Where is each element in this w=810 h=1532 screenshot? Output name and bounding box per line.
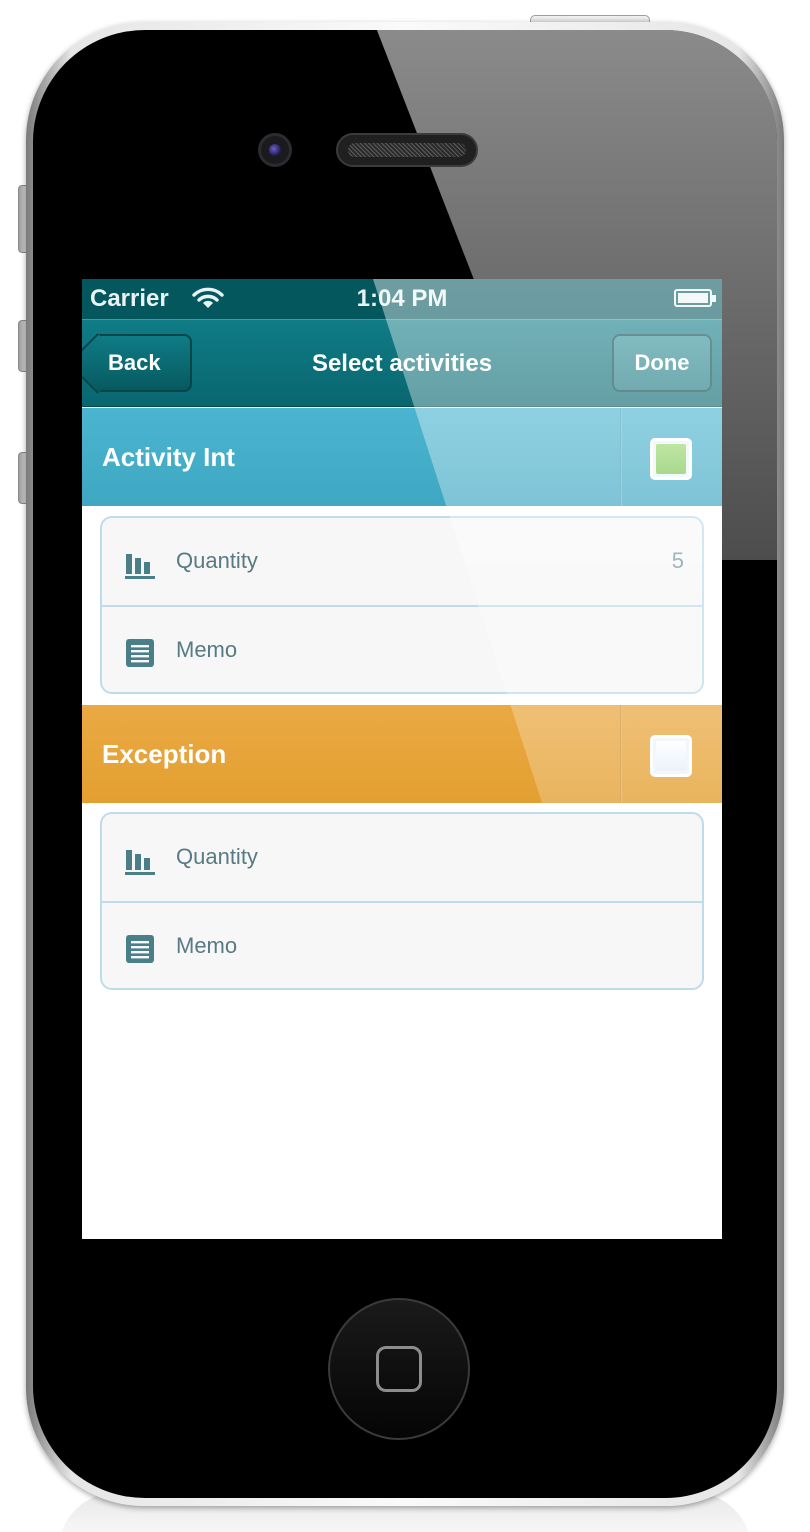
row-label: Quantity xyxy=(176,548,258,573)
bar-chart-icon xyxy=(125,554,155,579)
activity-int-details: Quantity 5 Memo xyxy=(100,516,704,694)
section-title: Exception xyxy=(102,739,227,769)
list-icon xyxy=(126,935,154,963)
section-divider xyxy=(620,408,622,506)
earpiece-speaker xyxy=(336,133,478,167)
quantity-value: 5 xyxy=(671,548,684,573)
done-button[interactable]: Done xyxy=(612,334,712,392)
section-divider xyxy=(620,705,622,803)
status-bar: Carrier 1:04 PM xyxy=(82,279,722,319)
bar-chart-icon xyxy=(125,850,155,875)
list-icon xyxy=(126,639,154,667)
navigation-bar: Back Select activities Done xyxy=(82,319,722,407)
front-camera xyxy=(258,133,292,167)
activity-int-checkbox[interactable] xyxy=(650,438,692,480)
quantity-row[interactable]: Quantity 5 xyxy=(102,518,702,605)
home-button[interactable] xyxy=(328,1298,470,1440)
row-label: Quantity xyxy=(176,844,258,869)
section-title: Activity Int xyxy=(102,442,235,472)
quantity-row[interactable]: Quantity xyxy=(102,814,702,901)
row-label: Memo xyxy=(176,637,238,662)
memo-row[interactable]: Memo xyxy=(102,901,702,988)
exception-details: Quantity Memo xyxy=(100,812,704,990)
section-header-exception[interactable]: Exception xyxy=(82,705,722,803)
clock: 1:04 PM xyxy=(356,285,448,312)
section-header-activity-int[interactable]: Activity Int xyxy=(82,408,722,506)
app-screen: Carrier 1:04 PM Back Select activities D… xyxy=(82,279,722,1239)
row-label: Memo xyxy=(176,933,238,958)
battery-icon xyxy=(674,289,716,307)
memo-row[interactable]: Memo xyxy=(102,605,702,692)
exception-checkbox[interactable] xyxy=(650,735,692,777)
